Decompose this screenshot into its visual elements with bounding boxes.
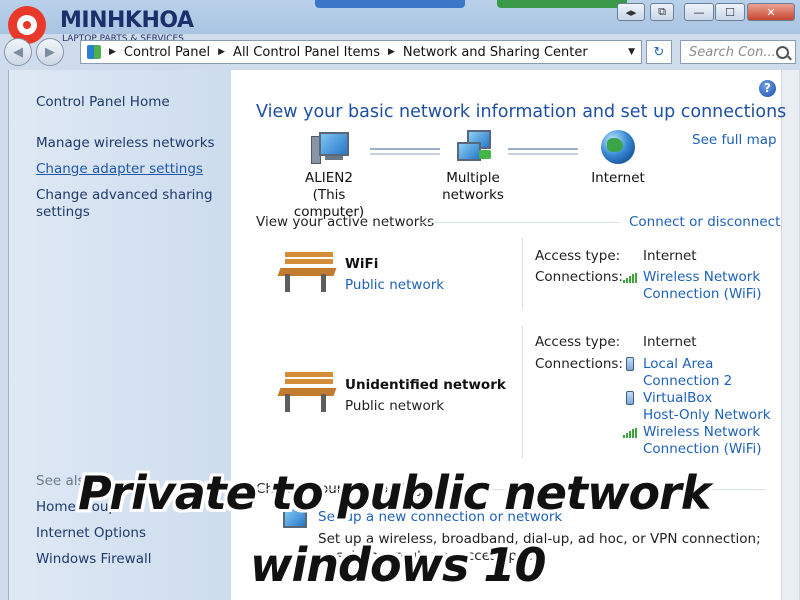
control-panel-home-link[interactable]: Control Panel Home — [36, 94, 170, 111]
access-type-label: Access type: — [535, 248, 621, 264]
chevron-right-icon[interactable]: ▶ — [388, 47, 395, 57]
computer-icon — [311, 132, 349, 164]
multiple-networks-icon — [453, 130, 493, 164]
bench-icon — [277, 250, 337, 294]
logo-name: MINHKHOA — [60, 8, 194, 33]
taskbar-stripe-green — [497, 0, 627, 8]
overlay-caption: Private to public network — [78, 466, 711, 520]
network-name: WiFi — [345, 256, 379, 272]
connect-disconnect-link[interactable]: Connect or disconnect — [629, 214, 780, 230]
multiple-networks-label: Multiple networks — [442, 170, 504, 203]
connection-link[interactable]: Local Area — [643, 356, 713, 373]
active-networks-label: View your active networks — [256, 214, 435, 230]
access-type-label: Access type: — [535, 334, 621, 350]
overlay-caption: windows 10 — [250, 538, 546, 592]
chevron-right-icon[interactable]: ▶ — [218, 47, 225, 57]
access-type-value: Internet — [643, 334, 697, 350]
access-type-value: Internet — [643, 248, 697, 264]
maximize-button[interactable]: ☐ — [715, 3, 745, 21]
map-multiple-networks[interactable]: Multiple networks — [414, 130, 532, 204]
bench-icon — [277, 370, 337, 414]
address-bar[interactable]: ▶ Control Panel ▶ All Control Panel Item… — [80, 40, 642, 64]
left-task-pane: Control Panel Home Manage wireless netwo… — [8, 70, 231, 600]
globe-icon — [601, 130, 635, 164]
search-input[interactable]: Search Con... — [680, 40, 796, 64]
map-connector — [508, 148, 578, 155]
network-name: Unidentified network — [345, 377, 506, 393]
forward-button[interactable]: ▶ — [36, 38, 64, 66]
control-panel-icon — [87, 45, 101, 59]
minimize-button[interactable]: — — [684, 3, 714, 21]
change-sharing-link-cont[interactable]: settings — [36, 204, 90, 221]
connection-link[interactable]: Wireless Network — [643, 424, 760, 441]
network-category-link[interactable]: Public network — [345, 277, 444, 293]
connection-link[interactable]: Connection 2 — [643, 373, 732, 390]
windows-firewall-link[interactable]: Windows Firewall — [36, 551, 151, 568]
network-category: Public network — [345, 398, 445, 414]
wifi-signal-icon — [623, 428, 637, 438]
vertical-scrollbar[interactable] — [781, 70, 799, 600]
breadcrumb-all-items[interactable]: All Control Panel Items — [233, 45, 380, 60]
chevron-right-icon[interactable]: ▶ — [109, 47, 116, 57]
internet-label: Internet — [591, 170, 645, 186]
search-placeholder: Search Con... — [689, 44, 776, 60]
connection-link[interactable]: Wireless Network — [643, 269, 760, 286]
connection-link[interactable]: Host-Only Network — [643, 407, 771, 424]
divider — [522, 238, 523, 310]
page-title: View your basic network information and … — [256, 102, 787, 122]
refresh-button[interactable]: ↻ — [646, 40, 672, 64]
wifi-signal-icon — [623, 273, 637, 283]
arrows-icon[interactable]: ◂▸ — [617, 3, 645, 21]
breadcrumb-network-center[interactable]: Network and Sharing Center — [403, 45, 588, 60]
connections-label: Connections: — [535, 269, 623, 285]
restore-icon[interactable]: ⧉ — [650, 3, 674, 21]
change-adapter-link[interactable]: Change adapter settings — [36, 161, 203, 178]
connection-link[interactable]: VirtualBox — [643, 390, 712, 407]
breadcrumb-control-panel[interactable]: Control Panel — [124, 45, 210, 60]
computer-name: ALIEN2 — [305, 170, 353, 186]
ethernet-adapter-icon — [626, 357, 634, 371]
chevron-down-icon[interactable]: ▼ — [628, 47, 635, 57]
see-full-map-link[interactable]: See full map — [692, 132, 777, 148]
map-internet[interactable]: Internet — [583, 130, 653, 187]
internet-options-link[interactable]: Internet Options — [36, 525, 146, 542]
connections-label: Connections: — [535, 356, 623, 372]
map-computer[interactable]: ALIEN2 (This computer) — [280, 132, 378, 221]
search-icon[interactable] — [776, 46, 789, 59]
connection-link[interactable]: Connection (WiFi) — [643, 286, 762, 303]
ethernet-adapter-icon — [626, 391, 634, 405]
close-button[interactable]: ✕ — [747, 3, 795, 21]
change-sharing-link[interactable]: Change advanced sharing — [36, 187, 213, 204]
connection-link[interactable]: Connection (WiFi) — [643, 441, 762, 458]
back-button[interactable]: ◀ — [4, 38, 32, 66]
taskbar-stripe-blue — [315, 0, 465, 8]
manage-wireless-link[interactable]: Manage wireless networks — [36, 135, 215, 152]
divider — [522, 326, 523, 458]
help-icon[interactable]: ? — [759, 80, 776, 97]
divider — [420, 222, 620, 223]
